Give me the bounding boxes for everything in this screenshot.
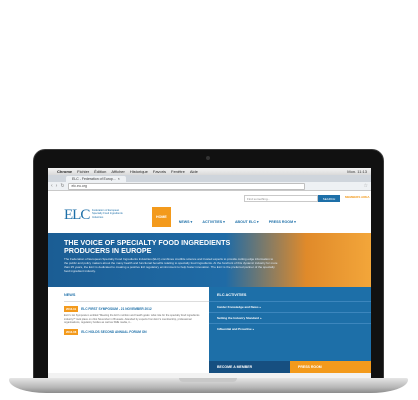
press-room-button[interactable]: PRESS ROOM: [290, 361, 371, 373]
activities-panel: ELC ACTIVITIES Insider Knowledge and New…: [209, 287, 371, 373]
laptop-mockup: Chrome Fichier Édition Afficher Historiq…: [9, 149, 408, 393]
browser-tab-bar: ELC - Federation of Europ... ×: [48, 175, 371, 182]
laptop-lid: Chrome Fichier Édition Afficher Historiq…: [33, 149, 384, 381]
reload-icon[interactable]: ↻: [60, 183, 64, 189]
search-input[interactable]: Find something...: [244, 195, 318, 202]
site-tagline: Federation of European Specialty Food In…: [92, 209, 123, 219]
logo-text: ELC: [64, 207, 90, 223]
menu-item-edit[interactable]: Édition: [94, 169, 106, 174]
menu-item-bookmarks[interactable]: Favoris: [153, 169, 166, 174]
tab-close-icon[interactable]: ×: [118, 177, 120, 181]
activities-heading: ELC ACTIVITIES: [217, 293, 247, 297]
nav-about[interactable]: ABOUT ELC ▾: [233, 217, 261, 227]
hero-title: THE VOICE OF SPECIALTY FOOD INGREDIENTS …: [64, 238, 231, 255]
activity-link-influential[interactable]: Influential and Proactive »: [209, 323, 371, 334]
members-area-link[interactable]: MEMBERS AREA: [345, 195, 370, 199]
news-excerpt: ELC's 1st Symposium entitled "Meeting th…: [64, 314, 200, 325]
become-member-button[interactable]: BECOME A MEMBER: [209, 361, 290, 373]
news-heading: NEWS: [64, 293, 76, 297]
forward-icon[interactable]: ›: [56, 183, 58, 189]
menu-status-area: Mon. 11:13: [347, 169, 367, 174]
menu-item-view[interactable]: Afficher: [111, 169, 125, 174]
divider: [64, 301, 209, 302]
laptop-notch: [179, 378, 237, 382]
back-icon[interactable]: ‹: [51, 183, 53, 189]
address-bar[interactable]: elc.eu.org: [67, 182, 305, 190]
news-date-badge: 2012-11: [64, 306, 79, 312]
news-title[interactable]: ELC FIRST SYMPOSIUM - 21 NOVEMBER 2012: [81, 307, 152, 311]
site-logo[interactable]: ELC: [64, 207, 90, 224]
bookmark-star-icon[interactable]: ☆: [364, 183, 368, 189]
bottom-buttons: BECOME A MEMBER PRESS ROOM: [209, 361, 371, 373]
clock[interactable]: Mon. 11:13: [347, 169, 367, 174]
browser-toolbar: ‹ › ↻ elc.eu.org ☆: [48, 182, 371, 191]
news-section: NEWS 2012-11 ELC FIRST SYMPOSIUM - 21 NO…: [48, 287, 209, 373]
nav-activities[interactable]: ACTIVITIES ▾: [200, 217, 227, 227]
nav-news[interactable]: NEWS ▾: [177, 217, 195, 227]
nav-home[interactable]: HOME: [152, 207, 171, 227]
tab-title: ELC - Federation of Europ...: [72, 177, 116, 181]
news-item[interactable]: 2012-11 ELC FIRST SYMPOSIUM - 21 NOVEMBE…: [64, 306, 209, 312]
laptop-base: [9, 378, 408, 393]
browser-tab[interactable]: ELC - Federation of Europ... ×: [66, 176, 126, 182]
hero-text: The Federation of European Specialty Foo…: [64, 257, 278, 273]
menu-app-name[interactable]: Chrome: [57, 169, 72, 174]
news-date-badge: 2012-06: [64, 328, 79, 335]
menu-item-window[interactable]: Fenêtre: [171, 169, 185, 174]
mac-menu-bar: Chrome Fichier Édition Afficher Historiq…: [48, 168, 371, 175]
news-item[interactable]: 2012-06 ELC HOLDS SECOND ANNUAL FORUM ON: [64, 328, 209, 335]
hero-banner: THE VOICE OF SPECIALTY FOOD INGREDIENTS …: [48, 233, 371, 287]
nav-press-room[interactable]: PRESS ROOM ▾: [267, 217, 298, 227]
content-columns: NEWS 2012-11 ELC FIRST SYMPOSIUM - 21 NO…: [48, 287, 371, 373]
activity-link-insider[interactable]: Insider Knowledge and News »: [209, 301, 371, 312]
search-button[interactable]: SEARCH: [318, 195, 340, 202]
menu-item-file[interactable]: Fichier: [77, 169, 89, 174]
site-header: ELC Federation of European Specialty Foo…: [48, 191, 371, 233]
main-nav: HOME NEWS ▾ ACTIVITIES ▾ ABOUT ELC ▾ PRE…: [152, 207, 298, 227]
web-page: ELC Federation of European Specialty Foo…: [48, 191, 371, 373]
activity-link-standard[interactable]: Setting the Industry Standard »: [209, 312, 371, 323]
laptop-screen: Chrome Fichier Édition Afficher Historiq…: [48, 168, 371, 379]
menu-item-history[interactable]: Historique: [130, 169, 148, 174]
news-title[interactable]: ELC HOLDS SECOND ANNUAL FORUM ON: [81, 330, 146, 334]
menu-item-help[interactable]: Aide: [190, 169, 198, 174]
camera-icon: [206, 156, 210, 160]
